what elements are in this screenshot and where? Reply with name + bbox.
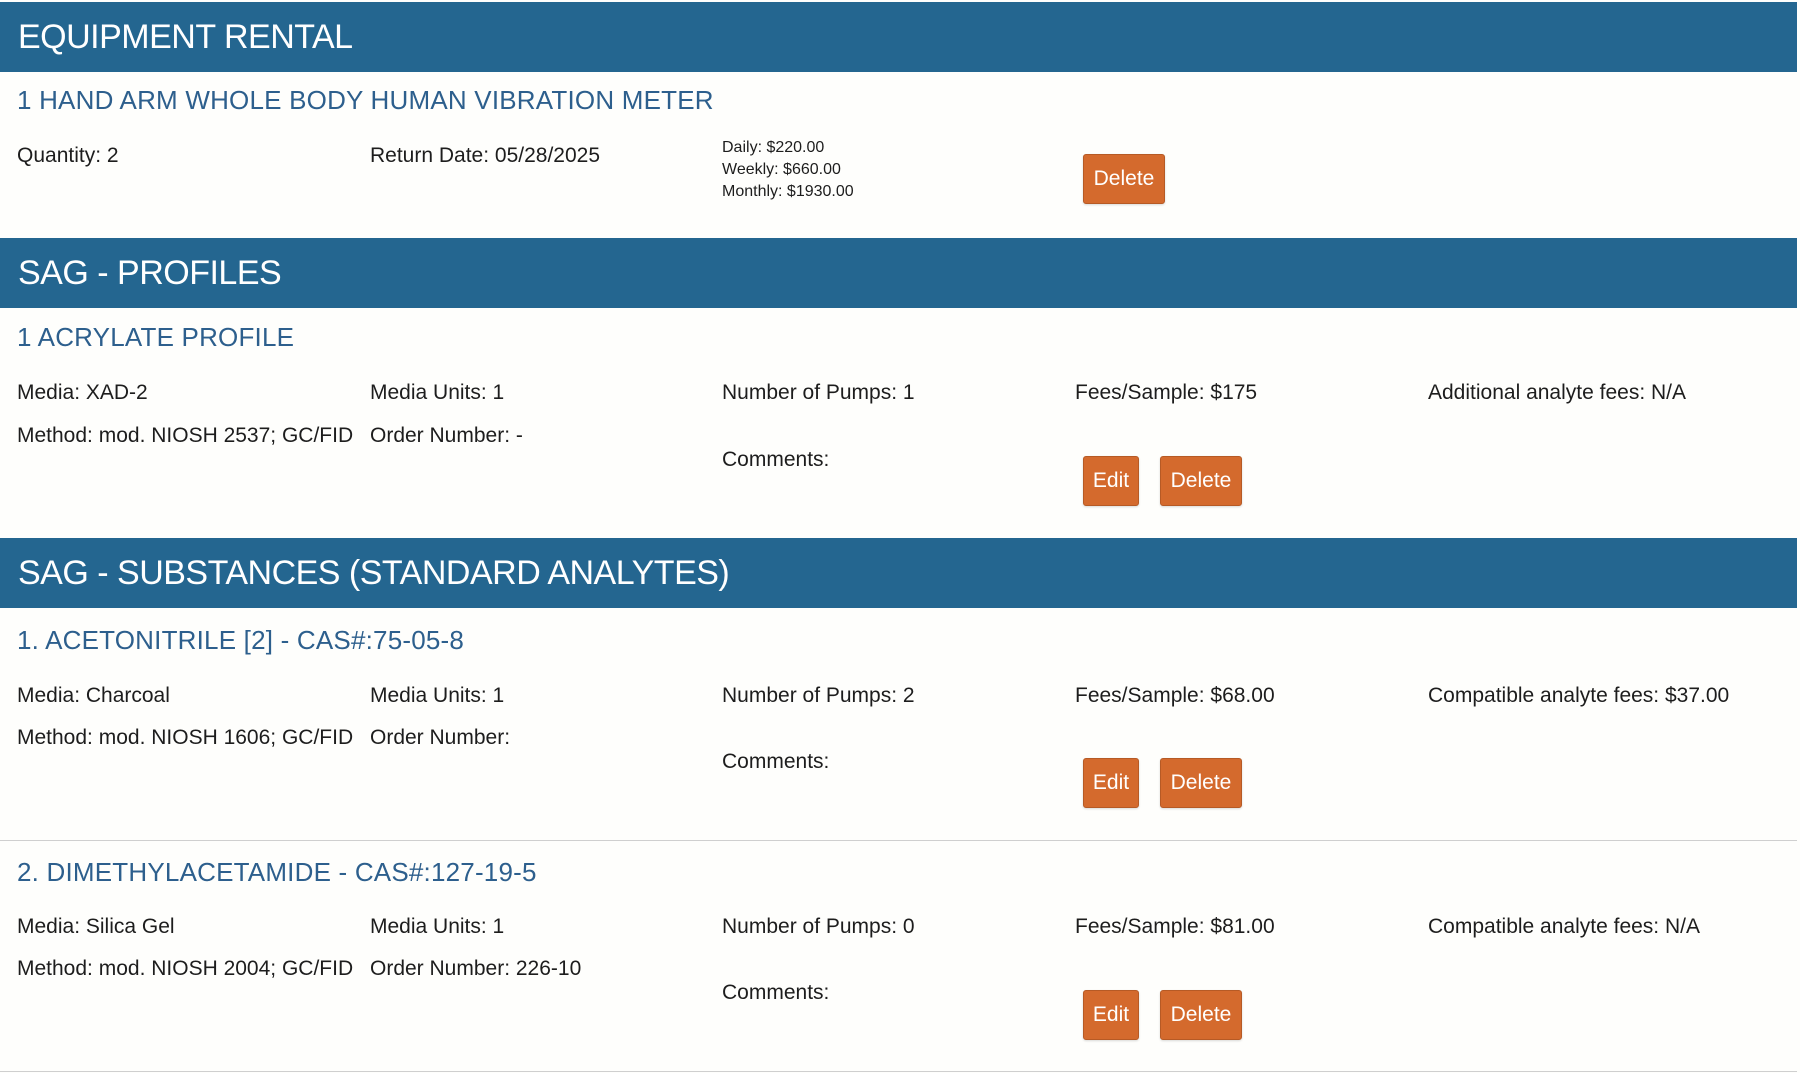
order-summary-page: EQUIPMENT RENTAL 1 HAND ARM WHOLE BODY H… [0,0,1800,1073]
substance-edit-button[interactable]: Edit [1083,990,1139,1040]
profile-media: Media: XAD-2 [17,381,148,404]
substance-media: Media: Charcoal [17,684,170,707]
substance-method: Method: mod. NIOSH 2004; GC/FID [17,957,354,980]
rate-monthly: Monthly: $1930.00 [722,183,854,200]
profile-media-units: Media Units: 1 [370,381,505,404]
substance-order-number: Order Number: [370,726,511,749]
substance-pumps: Number of Pumps: 0 [722,915,915,938]
profile-additional-fees: Additional analyte fees: N/A [1428,381,1686,404]
substance-compatible-fees: Compatible analyte fees: N/A [1428,915,1700,938]
profiles-header: SAG - PROFILES [0,238,1797,308]
profile-method: Method: mod. NIOSH 2537; GC/FID [17,424,354,447]
substance-compatible-fees: Compatible analyte fees: $37.00 [1428,684,1730,707]
substance-delete-button[interactable]: Delete [1160,758,1242,808]
substance-method: Method: mod. NIOSH 1606; GC/FID [17,726,354,749]
substance-fees: Fees/Sample: $81.00 [1075,915,1275,938]
equipment-item-title: 1 HAND ARM WHOLE BODY HUMAN VIBRATION ME… [17,85,714,115]
profile-comments: Comments: [722,448,830,471]
equipment-rental-header: EQUIPMENT RENTAL [0,2,1797,72]
substances-header: SAG - SUBSTANCES (STANDARD ANALYTES) [0,538,1797,608]
substance-media-units: Media Units: 1 [370,915,505,938]
substance-fees: Fees/Sample: $68.00 [1075,684,1275,707]
profile-pumps: Number of Pumps: 1 [722,381,915,404]
substance-delete-button[interactable]: Delete [1160,990,1242,1040]
equipment-rates: Daily: $220.00 Weekly: $660.00 Monthly: … [722,137,854,203]
substance-media: Media: Silica Gel [17,915,175,938]
profile-delete-button[interactable]: Delete [1160,456,1242,506]
profile-item-title: 1 ACRYLATE PROFILE [17,322,295,352]
profile-fees: Fees/Sample: $175 [1075,381,1258,404]
equipment-delete-button[interactable]: Delete [1083,154,1165,204]
substance-comments: Comments: [722,750,830,773]
rate-weekly: Weekly: $660.00 [722,161,841,178]
item-divider [0,1071,1797,1072]
equipment-return-date: Return Date: 05/28/2025 [370,144,600,167]
profile-edit-button[interactable]: Edit [1083,456,1139,506]
item-divider [0,840,1797,841]
equipment-quantity: Quantity: 2 [17,144,119,167]
profile-order-number: Order Number: - [370,424,523,447]
substance-comments: Comments: [722,981,830,1004]
substance-item-title: 1. ACETONITRILE [2] - CAS#:75-05-8 [17,625,465,655]
substance-item-title: 2. DIMETHYLACETAMIDE - CAS#:127-19-5 [17,857,537,887]
substance-media-units: Media Units: 1 [370,684,505,707]
substance-edit-button[interactable]: Edit [1083,758,1139,808]
substance-order-number: Order Number: 226-10 [370,957,582,980]
substance-pumps: Number of Pumps: 2 [722,684,915,707]
rate-daily: Daily: $220.00 [722,139,825,156]
